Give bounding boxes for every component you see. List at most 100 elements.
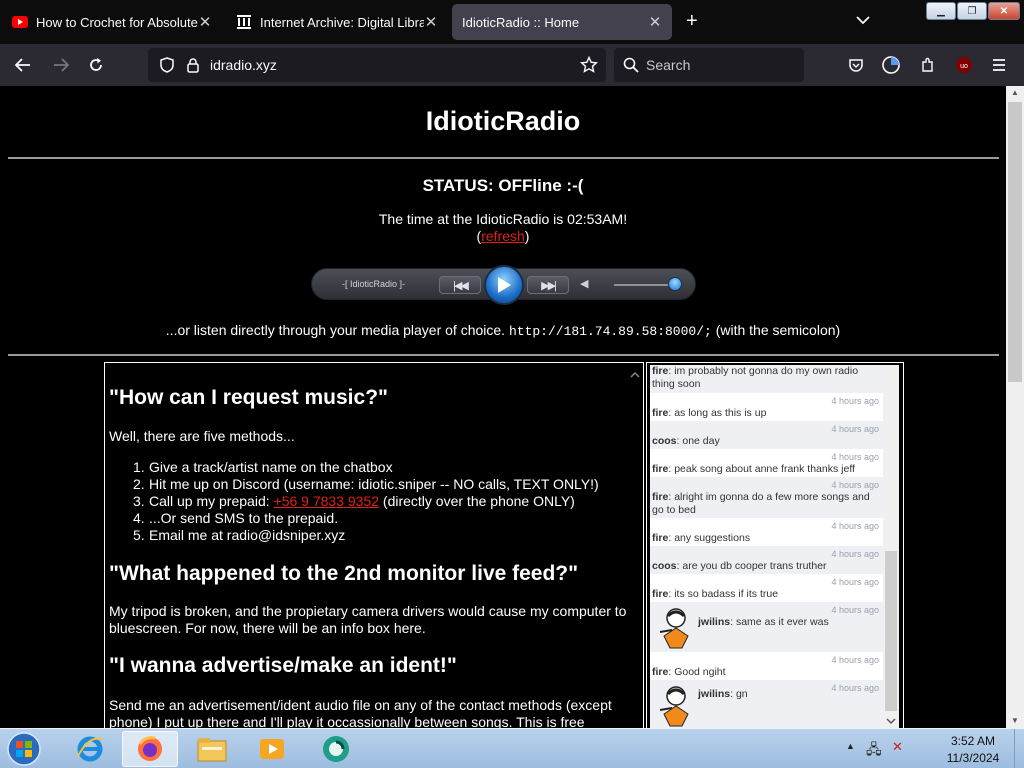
youtube-icon <box>12 14 28 30</box>
chat-text: one day <box>682 435 720 447</box>
taskbar: ▲ 🖧 ✕ 3:52 AM 11/3/2024 <box>0 728 1024 768</box>
volume-icon[interactable]: ◀ <box>580 277 588 290</box>
search-input[interactable]: Search <box>646 57 690 73</box>
scroll-up-icon[interactable] <box>627 369 643 381</box>
chat-message: 4 hours ago jwilins: gn <box>650 680 883 728</box>
scroll-up-icon[interactable]: ▲ <box>1006 86 1024 100</box>
lock-icon[interactable] <box>182 54 204 76</box>
next-track-icon[interactable]: ▶▶| <box>527 276 569 294</box>
chat-box: fire: im probably not gonna do my own ra… <box>646 362 904 728</box>
tab-internet-archive[interactable]: Internet Archive: Digital Library ✕ <box>226 4 448 40</box>
refresh-link[interactable]: refresh <box>481 228 525 244</box>
list-text: Email me at radio@idsniper.xyz <box>149 527 346 543</box>
chat-nick: jwilins <box>698 616 731 628</box>
window-close-icon[interactable]: ✕ <box>988 2 1020 20</box>
divider <box>8 354 999 356</box>
tab-bar: How to Crochet for Absolute Be ✕ Interne… <box>0 0 1024 44</box>
clock-time[interactable]: 3:52 AM <box>938 734 1008 748</box>
chat-text: are you db cooper trans truther <box>682 560 827 572</box>
shield-icon[interactable] <box>156 54 178 76</box>
tab-idioticradio[interactable]: IdioticRadio :: Home ✕ <box>452 4 672 40</box>
chat-time: 4 hours ago <box>831 521 879 531</box>
back-arrow-icon[interactable] <box>12 54 34 76</box>
close-tab-icon[interactable]: ✕ <box>198 13 212 31</box>
url-bar[interactable]: idradio.xyz <box>148 48 606 82</box>
chat-scrollbar[interactable] <box>883 365 899 728</box>
minimize-icon[interactable]: ▁ <box>926 2 956 20</box>
chat-nick: fire <box>652 491 669 503</box>
taskbar-firefox[interactable] <box>122 731 178 767</box>
network-icon[interactable]: 🖧 <box>866 739 882 763</box>
page-scrollbar[interactable]: ▲ ▼ <box>1006 86 1024 728</box>
new-tab-icon[interactable]: + <box>686 11 698 31</box>
taskbar-internet-explorer[interactable] <box>62 731 118 767</box>
stream-url: http://181.74.89.58:8000/; <box>508 324 712 339</box>
chat-text: im probably not gonna do my own radio th… <box>652 365 859 390</box>
tab-title: IdioticRadio :: Home <box>462 14 580 30</box>
list-item: 3. Call up my prepaid: +56 9 7833 9352 (d… <box>133 493 599 510</box>
taskbar-media-player[interactable] <box>244 731 300 767</box>
faq-scrollbar[interactable] <box>627 363 643 728</box>
tab-crochet[interactable]: How to Crochet for Absolute Be ✕ <box>2 4 222 40</box>
chat-message: 4 hours ago jwilins: same as it ever was <box>650 602 883 652</box>
volume-track[interactable] <box>614 284 676 286</box>
volume-muted-icon[interactable]: ✕ <box>892 739 903 755</box>
site-title: IdioticRadio <box>425 106 581 136</box>
close-tab-icon[interactable]: ✕ <box>648 13 662 31</box>
chat-text: alright im gonna do a few more songs and… <box>652 491 870 516</box>
play-button[interactable] <box>484 265 524 305</box>
menu-icon[interactable] <box>988 54 1010 76</box>
app-icon <box>323 736 349 762</box>
faq-answer-line: bluescreen. For now, there will be an in… <box>109 620 426 636</box>
show-desktop-button[interactable] <box>1014 729 1024 768</box>
faq-box: "How can I request music?" Well, there a… <box>104 362 644 728</box>
internet-explorer-icon <box>77 736 103 762</box>
list-text: ...Or send SMS to the prepaid. <box>149 510 339 526</box>
previous-track-icon[interactable]: |◀◀ <box>439 276 481 294</box>
divider <box>8 157 999 159</box>
listen-suffix: (with the semicolon) <box>715 322 841 338</box>
reload-icon[interactable] <box>85 54 107 76</box>
forward-arrow-icon[interactable] <box>50 54 72 76</box>
chat-scroll-thumb[interactable] <box>885 551 897 711</box>
page-scroll-thumb[interactable] <box>1008 102 1022 382</box>
volume-slider[interactable] <box>668 277 682 291</box>
paren: ) <box>524 228 530 244</box>
chat-text: Good ngiht <box>674 666 726 678</box>
list-item: 4. ...Or send SMS to the prepaid. <box>133 510 599 527</box>
media-player-icon <box>260 739 284 759</box>
close-tab-icon[interactable]: ✕ <box>424 13 438 31</box>
taskbar-file-explorer[interactable] <box>184 731 240 767</box>
tab-title: Internet Archive: Digital Library <box>260 14 424 30</box>
chat-time: 4 hours ago <box>831 424 879 434</box>
list-number: 1. <box>133 459 145 475</box>
chat-message: 4 hours ago fire: alright im gonna do a f… <box>650 477 883 518</box>
pocket-icon[interactable] <box>845 54 867 76</box>
bookmark-star-icon[interactable] <box>578 54 600 76</box>
faq-question-request: "How can I request music?" <box>109 386 388 409</box>
ublock-icon[interactable]: uo <box>953 54 975 76</box>
account-icon[interactable] <box>880 54 902 76</box>
search-bar[interactable]: Search <box>614 48 804 82</box>
taskbar-app[interactable] <box>308 731 364 767</box>
chevron-down-icon[interactable] <box>856 14 870 28</box>
clock-date[interactable]: 11/3/2024 <box>938 751 1008 765</box>
show-hidden-icons-icon[interactable]: ▲ <box>846 741 855 751</box>
chat-time: 4 hours ago <box>831 396 879 406</box>
scroll-down-icon[interactable]: ▼ <box>1006 714 1024 728</box>
list-text: (directly over the phone ONLY) <box>382 493 575 509</box>
extensions-icon[interactable] <box>917 54 939 76</box>
chat-message: 4 hours ago fire: peak song about anne fr… <box>652 452 879 475</box>
chat-list: fire: im probably not gonna do my own ra… <box>650 365 883 728</box>
start-button[interactable] <box>4 730 44 768</box>
phone-link[interactable]: +56 9 7833 9352 <box>274 493 380 509</box>
chat-time: 4 hours ago <box>831 683 879 693</box>
url-text[interactable]: idradio.xyz <box>210 57 277 73</box>
list-text: Hit me up on Discord (username: idiotic.… <box>149 476 599 492</box>
maximize-icon[interactable]: ❐ <box>957 2 987 20</box>
listen-line: ...or listen directly through your media… <box>0 322 1006 339</box>
svg-text:uo: uo <box>960 63 968 70</box>
chat-message: 4 hours ago fire: any suggestions <box>652 521 879 544</box>
faq-question-advertise: "I wanna advertise/make an ident!" <box>109 654 457 677</box>
scroll-down-icon[interactable] <box>883 715 899 727</box>
